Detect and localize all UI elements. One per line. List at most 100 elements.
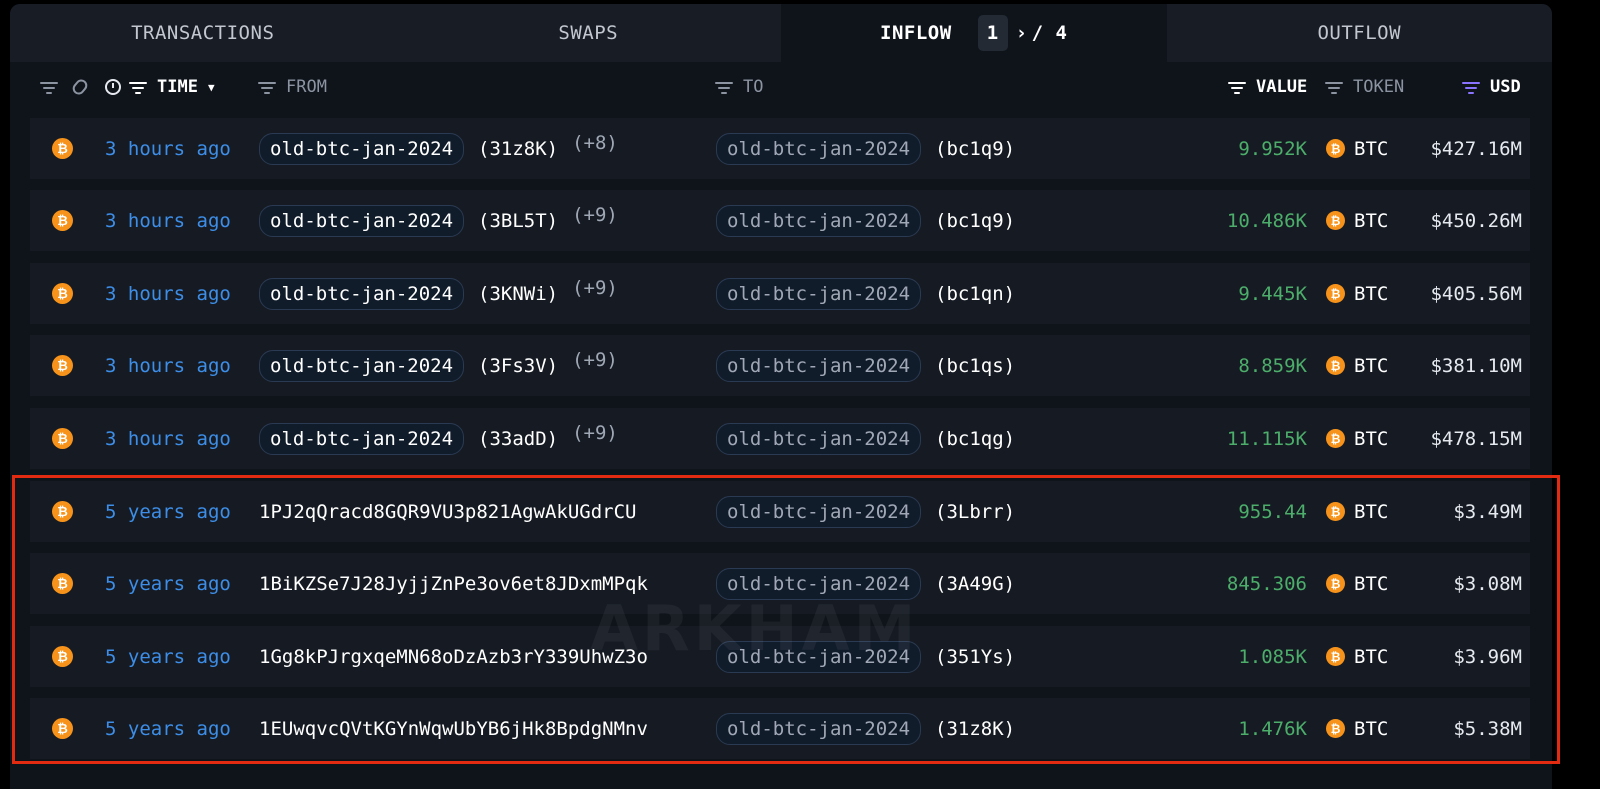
header-time-label: TIME	[157, 77, 198, 97]
time-link[interactable]: 3 hours ago	[105, 190, 231, 251]
table-row[interactable]: ₿ 3 hours ago old-btc-jan-2024 (33adD) (…	[30, 408, 1530, 469]
time-link[interactable]: 5 years ago	[105, 481, 231, 542]
from-more-count[interactable]: (+9)	[572, 422, 618, 444]
header-token-label: TOKEN	[1353, 77, 1405, 97]
from-address[interactable]: (3KNWi)	[478, 283, 558, 305]
to-address[interactable]: (bc1qs)	[935, 355, 1015, 377]
time-link[interactable]: 5 years ago	[105, 626, 231, 687]
value-cell: 955.44	[1238, 500, 1307, 523]
table-row[interactable]: ₿ 5 years ago 1PJ2qQracd8GQR9VU3p821AgwA…	[30, 481, 1530, 542]
to-entity-tag[interactable]: old-btc-jan-2024	[716, 204, 922, 237]
time-link[interactable]: 5 years ago	[105, 698, 231, 759]
table-row[interactable]: ₿ 3 hours ago old-btc-jan-2024 (3BL5T) (…	[30, 190, 1530, 251]
tab-swaps[interactable]: SWAPS	[395, 4, 781, 62]
from-more-count[interactable]: (+8)	[572, 132, 618, 154]
token-cell[interactable]: ₿ BTC	[1326, 335, 1388, 396]
link-icon[interactable]	[70, 77, 90, 97]
header-to[interactable]: TO	[715, 62, 763, 112]
to-cell: old-btc-jan-2024 (bc1q9)	[716, 190, 1015, 251]
token-cell[interactable]: ₿ BTC	[1326, 481, 1388, 542]
from-address[interactable]: (3Fs3V)	[478, 355, 558, 377]
from-more-count[interactable]: (+9)	[572, 349, 618, 371]
to-entity-tag[interactable]: old-btc-jan-2024	[716, 277, 922, 310]
tab-transactions[interactable]: TRANSACTIONS	[10, 4, 396, 62]
from-cell: old-btc-jan-2024 (31z8K) (+8)	[259, 118, 618, 179]
table-header: TIME ▼ FROM TO VALUE TOKEN USD	[10, 62, 1552, 112]
to-entity-tag[interactable]: old-btc-jan-2024	[716, 349, 922, 382]
to-entity-tag[interactable]: old-btc-jan-2024	[716, 132, 922, 165]
filter-icon[interactable]	[1325, 81, 1343, 94]
page-current[interactable]: 1	[977, 15, 1008, 51]
from-address[interactable]: 1EUwqvcQVtKGYnWqwUbYB6jHk8BpdgNMnv	[259, 698, 648, 759]
filter-icon[interactable]	[258, 81, 276, 94]
chevron-right-icon[interactable]: ›	[1016, 22, 1028, 44]
tab-bar: TRANSACTIONS SWAPS INFLOW 1 › / 4 OUTFLO…	[10, 4, 1552, 62]
from-entity-tag[interactable]: old-btc-jan-2024	[259, 204, 465, 237]
bitcoin-icon: ₿	[1326, 647, 1345, 666]
time-link[interactable]: 5 years ago	[105, 553, 231, 614]
token-cell[interactable]: ₿ BTC	[1326, 626, 1388, 687]
from-entity-tag[interactable]: old-btc-jan-2024	[259, 132, 465, 165]
filter-icon[interactable]	[129, 81, 147, 94]
from-more-count[interactable]: (+9)	[572, 204, 618, 226]
header-from[interactable]: FROM	[258, 62, 327, 112]
token-cell[interactable]: ₿ BTC	[1326, 118, 1388, 179]
to-address[interactable]: (bc1q9)	[935, 210, 1015, 232]
to-entity-tag[interactable]: old-btc-jan-2024	[716, 495, 922, 528]
tab-outflow[interactable]: OUTFLOW	[1166, 4, 1552, 62]
header-time[interactable]: TIME ▼	[105, 62, 215, 112]
from-address[interactable]: (31z8K)	[478, 138, 558, 160]
arkham-watermark: ARKHAM	[590, 592, 920, 665]
bitcoin-icon: ₿	[1326, 139, 1345, 158]
from-address[interactable]: (33adD)	[478, 428, 558, 450]
to-address[interactable]: (351Ys)	[935, 646, 1015, 668]
token-cell[interactable]: ₿ BTC	[1326, 263, 1388, 324]
to-address[interactable]: (31z8K)	[935, 718, 1015, 740]
to-address[interactable]: (bc1qg)	[935, 428, 1015, 450]
token-cell[interactable]: ₿ BTC	[1326, 553, 1388, 614]
header-token[interactable]: TOKEN	[1325, 62, 1404, 112]
to-entity-tag[interactable]: old-btc-jan-2024	[716, 422, 922, 455]
to-cell: old-btc-jan-2024 (3Lbrr)	[716, 481, 1015, 542]
from-entity-tag[interactable]: old-btc-jan-2024	[259, 422, 465, 455]
value-cell: 9.952K	[1238, 137, 1307, 160]
from-address[interactable]: (3BL5T)	[478, 210, 558, 232]
bitcoin-icon: ₿	[1326, 574, 1345, 593]
filter-icon[interactable]	[40, 81, 58, 94]
time-link[interactable]: 3 hours ago	[105, 408, 231, 469]
from-address[interactable]: 1PJ2qQracd8GQR9VU3p821AgwAkUGdrCU	[259, 481, 637, 542]
table-row[interactable]: ₿ 5 years ago 1EUwqvcQVtKGYnWqwUbYB6jHk8…	[30, 698, 1530, 759]
header-usd[interactable]: USD	[1462, 62, 1521, 112]
usd-cell: $478.15M	[1430, 427, 1522, 450]
token-cell[interactable]: ₿ BTC	[1326, 408, 1388, 469]
from-more-count[interactable]: (+9)	[572, 277, 618, 299]
filter-icon[interactable]	[1228, 81, 1246, 94]
to-address[interactable]: (3A49G)	[935, 573, 1015, 595]
table-row[interactable]: ₿ 3 hours ago old-btc-jan-2024 (31z8K) (…	[30, 118, 1530, 179]
filter-icon[interactable]	[715, 81, 733, 94]
time-link[interactable]: 3 hours ago	[105, 118, 231, 179]
caret-down-icon[interactable]: ▼	[208, 81, 215, 94]
token-symbol: BTC	[1354, 427, 1389, 450]
to-cell: old-btc-jan-2024 (bc1qs)	[716, 335, 1015, 396]
to-address[interactable]: (3Lbrr)	[935, 501, 1015, 523]
tab-inflow[interactable]: INFLOW 1 › / 4	[781, 4, 1167, 62]
usd-cell: $3.49M	[1453, 500, 1522, 523]
usd-cell: $427.16M	[1430, 137, 1522, 160]
value-cell: 1.476K	[1238, 717, 1307, 740]
to-address[interactable]: (bc1q9)	[935, 138, 1015, 160]
to-address[interactable]: (bc1qn)	[935, 283, 1015, 305]
sort-filter-icon[interactable]	[1462, 81, 1480, 94]
token-cell[interactable]: ₿ BTC	[1326, 698, 1388, 759]
table-row[interactable]: ₿ 3 hours ago old-btc-jan-2024 (3Fs3V) (…	[30, 335, 1530, 396]
time-link[interactable]: 3 hours ago	[105, 335, 231, 396]
token-cell[interactable]: ₿ BTC	[1326, 190, 1388, 251]
time-link[interactable]: 3 hours ago	[105, 263, 231, 324]
from-entity-tag[interactable]: old-btc-jan-2024	[259, 349, 465, 382]
bitcoin-icon: ₿	[52, 481, 73, 542]
header-value[interactable]: VALUE	[1228, 62, 1307, 112]
page-separator: /	[1031, 22, 1044, 44]
table-row[interactable]: ₿ 3 hours ago old-btc-jan-2024 (3KNWi) (…	[30, 263, 1530, 324]
from-entity-tag[interactable]: old-btc-jan-2024	[259, 277, 465, 310]
to-entity-tag[interactable]: old-btc-jan-2024	[716, 712, 922, 745]
